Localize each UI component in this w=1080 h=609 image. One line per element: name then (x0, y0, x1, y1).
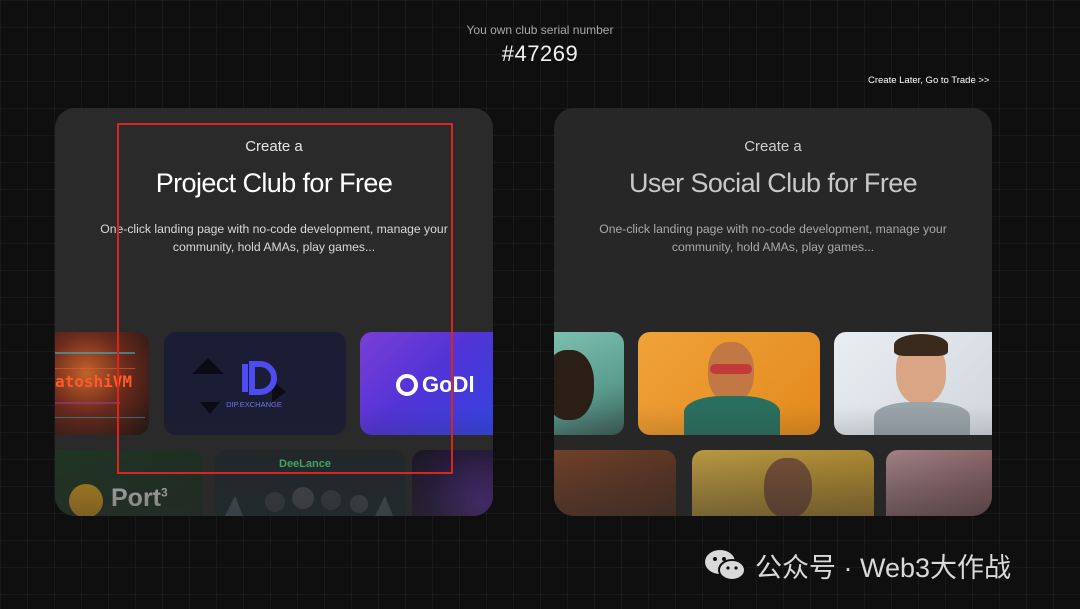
social-card-description: One-click landing page with no-code deve… (599, 222, 947, 254)
port3-logo-text: Port3 (111, 484, 168, 513)
wechat-icon (705, 550, 746, 581)
user-photo-tile-3 (834, 332, 992, 435)
godl-logo-icon (396, 374, 418, 396)
port3-superscript: 3 (161, 485, 168, 500)
dip-exchange-label: DIP.EXCHANGE (226, 400, 282, 409)
godl-logo-text: GoDl (422, 372, 475, 397)
port3-name: Port (111, 484, 161, 512)
project-card-description: One-click landing page with no-code deve… (100, 222, 448, 254)
serial-number: #47269 (501, 41, 579, 66)
dip-logo-icon (242, 361, 277, 395)
social-card-title: User Social Club for Free (628, 168, 918, 198)
dip-exchange-graphic (192, 358, 286, 414)
user-photo-tile-6 (886, 450, 992, 516)
dip-exchange-tile: DIP.EXCHANGE (164, 332, 346, 435)
project-card-eyebrow: Create a (245, 138, 303, 155)
user-avatar (554, 350, 594, 420)
avatars-graphic (225, 487, 393, 516)
port3-logo-icon (69, 484, 103, 516)
watermark-text: 公众号 · Web3大作战 (755, 552, 1012, 583)
user-photo-tile-1 (554, 332, 624, 435)
port3-tile: Port3 (55, 450, 203, 516)
user-shirt (874, 402, 970, 435)
project-card-title: Project Club for Free (155, 168, 393, 198)
purple-project-tile (412, 450, 493, 516)
social-card-eyebrow: Create a (744, 138, 802, 155)
serial-label: You own club serial number (466, 23, 614, 37)
user-jacket (684, 396, 780, 435)
user-social-club-card[interactable]: Create a User Social Club for Free One-c… (554, 108, 992, 516)
user-photo-tile-4 (554, 450, 676, 516)
godl-tile: GoDl (360, 332, 493, 435)
user-photo-tile-2 (638, 332, 820, 435)
project-club-card[interactable]: Create a Project Club for Free One-click… (55, 108, 493, 516)
watermark: 公众号 · Web3大作战 (703, 547, 1011, 583)
satoshivm-tile: atoshiVM (55, 332, 149, 435)
deelance-tile: DeeLance (215, 450, 405, 516)
user-hair (894, 334, 948, 356)
user-photo-tile-5 (692, 450, 874, 516)
user-avatar (764, 458, 812, 516)
create-later-link[interactable]: Create Later, Go to Trade >> (868, 75, 989, 86)
satoshivm-logo-text: atoshiVM (55, 372, 133, 391)
sunglasses-graphic (710, 364, 752, 374)
